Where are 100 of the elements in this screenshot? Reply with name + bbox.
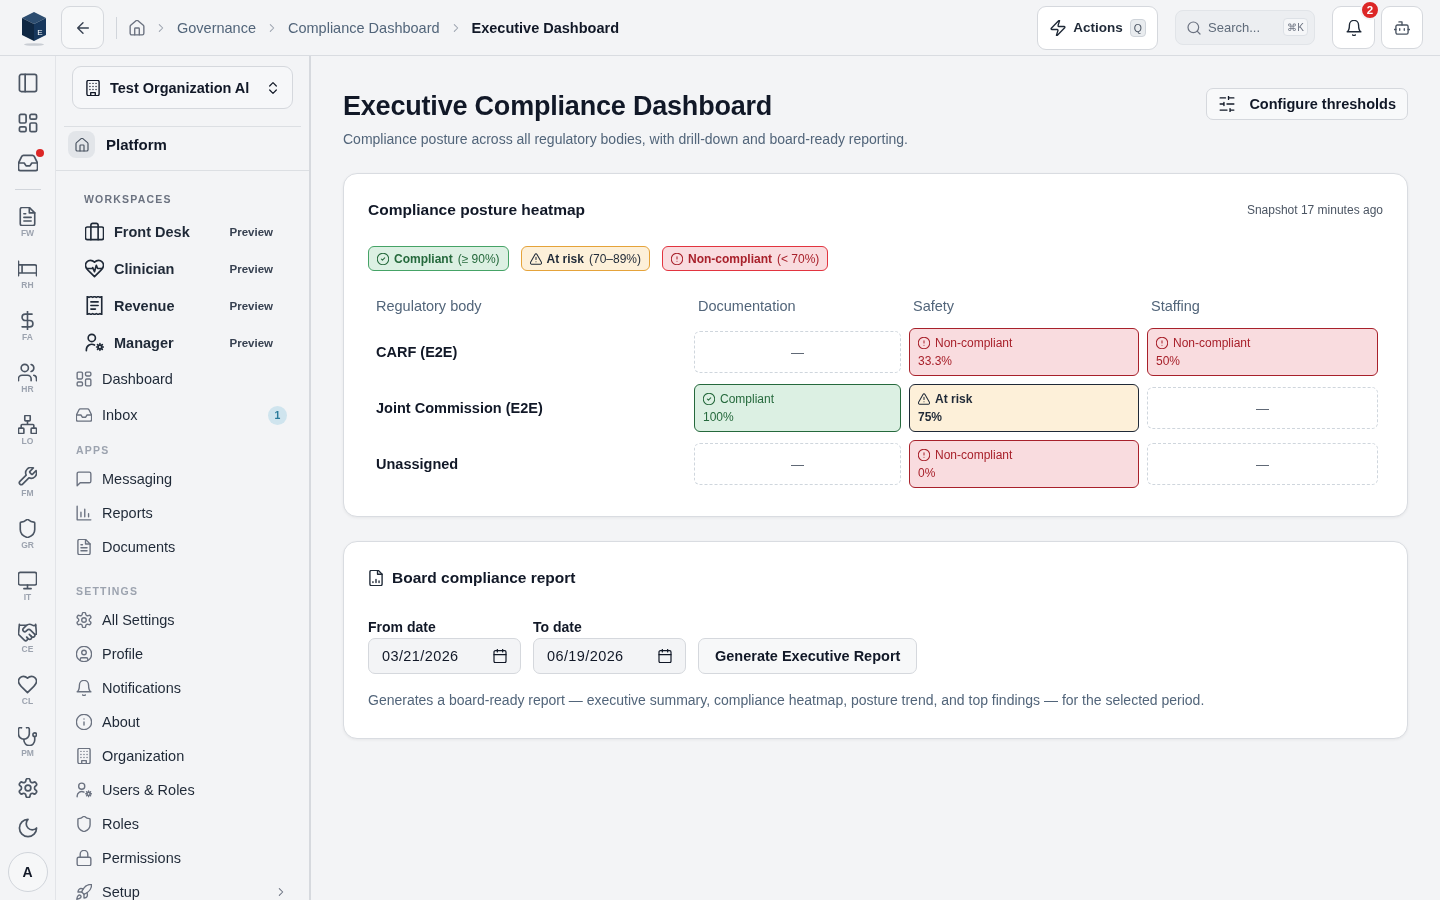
sidebar-panel-icon[interactable] <box>17 73 38 93</box>
workspace-item[interactable]: Revenue Preview <box>84 287 273 324</box>
field-label: From date <box>368 618 437 636</box>
lightning-icon <box>1050 19 1067 36</box>
chart-document-icon <box>368 570 384 586</box>
notification-count-badge: 2 <box>1360 0 1380 20</box>
workspace-item[interactable]: Clinician Preview <box>84 250 273 287</box>
stethoscope-icon <box>18 726 37 746</box>
workspace-item[interactable]: Front Desk Preview <box>84 213 273 250</box>
sliders-icon <box>1219 96 1236 112</box>
nav-item[interactable]: Permissions <box>76 841 287 875</box>
date-field[interactable]: 03/21/2026 <box>368 638 521 674</box>
heart-pulse-icon <box>85 259 104 278</box>
date-field[interactable]: 06/19/2026 <box>533 638 686 674</box>
field-label: To date <box>533 618 583 636</box>
document-icon <box>76 539 92 555</box>
status-label: Non-compliant <box>935 447 1013 463</box>
grid-icon <box>76 371 92 387</box>
search-icon <box>1187 20 1201 35</box>
bed-icon <box>18 258 37 278</box>
dollar-icon <box>18 310 37 330</box>
inbox-icon <box>76 407 92 423</box>
grid-icon[interactable] <box>17 113 38 133</box>
calendar-icon <box>658 649 672 663</box>
bell-icon <box>76 680 92 696</box>
rocket-icon <box>76 884 92 900</box>
app-logo[interactable]: E <box>20 9 48 46</box>
nav-item[interactable]: About <box>76 705 287 739</box>
chevrons-up-down-icon <box>266 80 280 95</box>
heart-icon <box>18 674 37 694</box>
nav-item[interactable]: Notifications <box>76 671 287 705</box>
preview-tag: Preview <box>229 262 273 275</box>
section-heading: WORKSPACES <box>84 192 173 206</box>
nav-item[interactable]: Messaging <box>76 462 287 496</box>
back-arrow-icon <box>74 19 91 36</box>
cell-value: 50% <box>1156 353 1182 369</box>
breadcrumb-link[interactable]: Compliance Dashboard <box>288 19 440 36</box>
configure-thresholds-button[interactable]: Configure thresholds <box>1206 88 1408 120</box>
count-badge: 1 <box>268 405 287 425</box>
breadcrumb-link[interactable]: Governance <box>177 19 256 36</box>
generate-report-button[interactable]: Generate Executive Report <box>698 638 918 674</box>
moon-icon[interactable] <box>17 818 38 838</box>
nav-item[interactable]: Inbox 1 <box>76 397 287 433</box>
workspace-item[interactable]: Manager Preview <box>84 324 273 361</box>
assistant-button[interactable] <box>1381 6 1423 49</box>
shield-icon <box>76 816 92 832</box>
heatmap-cell: — <box>1147 387 1378 429</box>
inbox-icon[interactable] <box>17 153 38 173</box>
bar-chart-icon <box>76 505 92 521</box>
warning-icon <box>918 393 930 405</box>
home-icon <box>68 131 95 158</box>
heatmap-cell: — <box>1147 443 1378 485</box>
nav-item[interactable]: Reports <box>76 496 287 530</box>
column-header: Documentation <box>697 297 796 315</box>
shortcut-key: Q <box>1129 18 1146 37</box>
platform-link[interactable]: Platform <box>56 127 309 162</box>
status-label: Non-compliant <box>935 335 1013 351</box>
legend-label: Compliant <box>394 251 453 266</box>
status-label: Compliant <box>720 391 775 407</box>
warning-icon <box>529 252 542 265</box>
nav-item[interactable]: Roles <box>76 807 287 841</box>
hierarchy-icon <box>18 414 37 434</box>
user-gear-icon <box>76 782 92 798</box>
nav-item[interactable]: Profile <box>76 637 287 671</box>
report-description: Generates a board-ready report — executive summary, compliance heatmap, posture trend, and top findings — for the selected period. <box>368 691 1206 710</box>
document-icon <box>18 206 37 226</box>
shortcut-key: ⌘K <box>1283 18 1308 36</box>
actions-button[interactable]: Actions Q <box>1037 5 1158 50</box>
building-icon <box>85 79 101 96</box>
nav-item[interactable]: Users & Roles <box>76 773 287 807</box>
shield-icon <box>18 518 37 538</box>
section-heading: SETTINGS <box>76 584 140 598</box>
heatmap-cell: — <box>694 443 901 485</box>
nav-item[interactable]: Dashboard <box>76 361 287 397</box>
legend-label: Non-compliant <box>688 251 772 266</box>
snapshot-time: Snapshot 17 minutes ago <box>1246 203 1383 217</box>
organization-selector[interactable]: Test Organization Al <box>72 66 293 109</box>
nav-item[interactable]: Documents <box>76 530 287 564</box>
nav-item[interactable]: Setup <box>76 875 287 900</box>
preview-tag: Preview <box>229 336 273 349</box>
nav-item[interactable]: Organization <box>76 739 287 773</box>
breadcrumb-link[interactable]: Executive Dashboard <box>471 19 619 36</box>
building-icon <box>76 748 92 764</box>
settings-icon <box>76 612 92 628</box>
home-icon[interactable] <box>129 19 145 36</box>
status-label: At risk <box>935 391 973 407</box>
avatar-button[interactable]: A <box>7 852 48 892</box>
cell-value: 33.3% <box>918 353 954 369</box>
row-label: Joint Commission (E2E) <box>375 400 543 416</box>
back-button[interactable] <box>61 6 104 49</box>
nav-item[interactable]: All Settings <box>76 603 287 637</box>
legend-label: At risk <box>546 251 584 266</box>
status-label: Non-compliant <box>1173 335 1251 351</box>
monitor-icon <box>18 570 37 590</box>
preview-tag: Preview <box>229 299 273 312</box>
page-title: Executive Compliance Dashboard <box>343 90 774 123</box>
lock-icon <box>76 850 92 866</box>
settings-icon[interactable] <box>17 778 38 798</box>
page-subtitle: Compliance posture across all regulatory bodies, with drill-down and board-ready reporting. <box>343 130 908 149</box>
heatmap-cell: — <box>694 331 901 373</box>
